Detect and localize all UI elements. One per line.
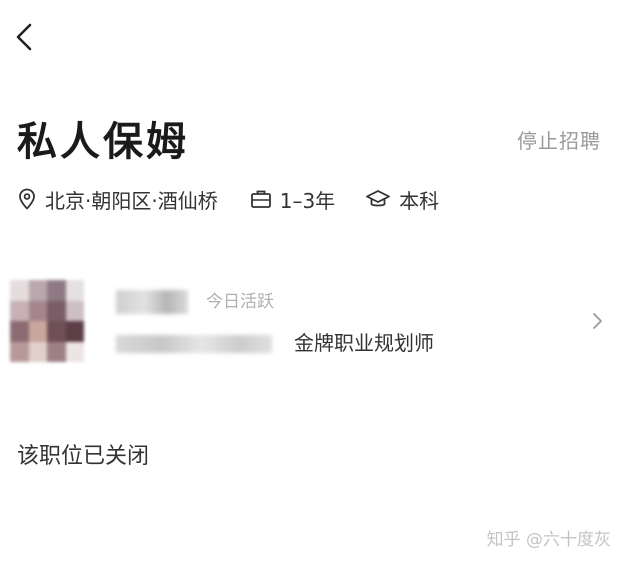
job-meta-row: 北京·朝阳区·酒仙桥 1–3年 本科 [17, 182, 439, 216]
recruiter-active-status: 今日活跃 [206, 292, 274, 312]
recruiter-card[interactable]: 今日活跃 金牌职业规划师 [0, 262, 627, 380]
recruiter-avatar [10, 280, 84, 362]
watermark: 知乎 @六十度灰 [486, 530, 611, 550]
recruiter-company-redacted [116, 335, 272, 353]
back-button[interactable] [10, 20, 40, 54]
chevron-right-icon [593, 313, 602, 329]
graduation-cap-icon [366, 190, 391, 207]
job-education: 本科 [365, 185, 439, 214]
recruiter-role-title: 金牌职业规划师 [294, 331, 434, 355]
chevron-left-icon [16, 23, 32, 51]
job-experience: 1–3年 [250, 185, 335, 214]
job-closed-notice: 该职位已关闭 [17, 444, 150, 469]
stop-recruiting-button[interactable]: 停止招聘 [517, 126, 601, 156]
job-education-text: 本科 [399, 188, 440, 213]
job-title: 私人保姆 [17, 119, 189, 165]
briefcase-icon [250, 190, 271, 208]
job-location: 北京·朝阳区·酒仙桥 [17, 185, 218, 214]
job-experience-text: 1–3年 [279, 188, 336, 213]
recruiter-name-redacted [116, 290, 188, 314]
location-pin-icon [19, 188, 35, 210]
job-location-text: 北京·朝阳区·酒仙桥 [45, 188, 218, 213]
